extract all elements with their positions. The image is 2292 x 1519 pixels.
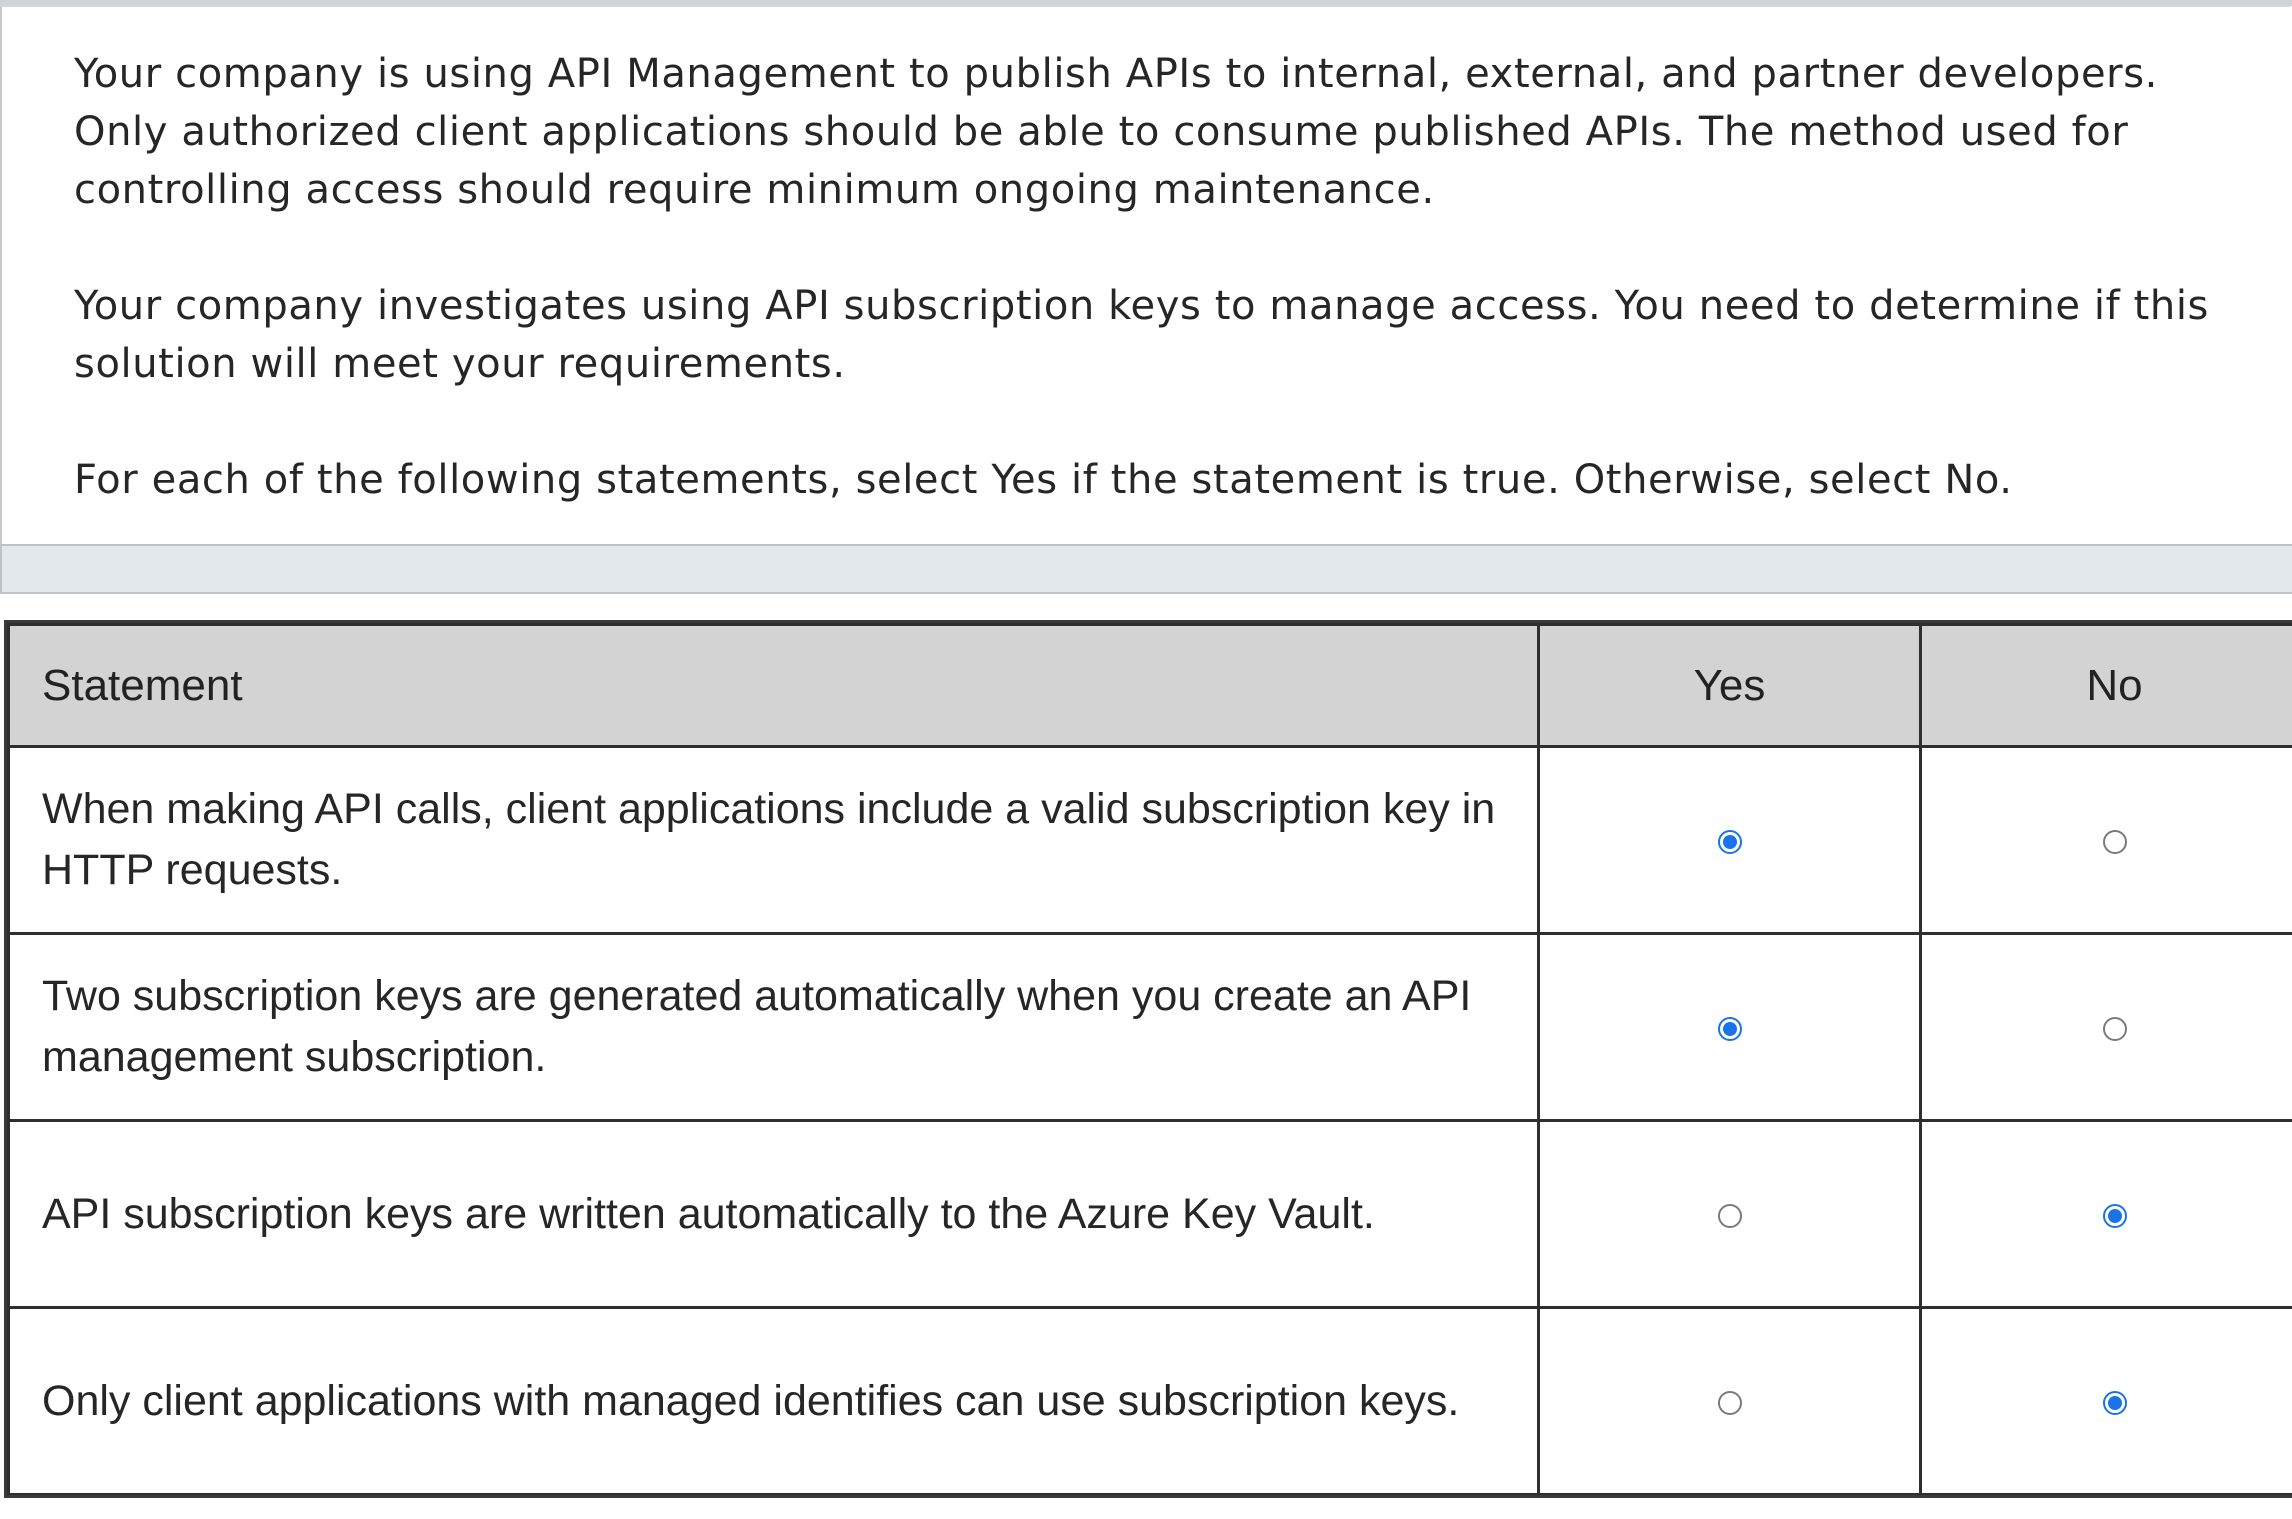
yes-radio[interactable] xyxy=(1717,1016,1742,1041)
intro-paragraph-3: For each of the following statements, se… xyxy=(74,457,2013,503)
intro-paragraph-2: Your company investigates using API subs… xyxy=(74,283,2209,387)
table-row: API subscription keys are written automa… xyxy=(7,1119,2292,1309)
yes-cell xyxy=(1537,1119,1922,1309)
statement-cell: When making API calls, client applicatio… xyxy=(7,745,1540,935)
yes-radio[interactable] xyxy=(1717,829,1742,854)
no-radio[interactable] xyxy=(2102,1016,2127,1041)
answer-table: Statement Yes No When making API calls, … xyxy=(7,623,2292,1495)
question-intro: Your company is using API Management to … xyxy=(0,6,2290,544)
table-header-row: Statement Yes No xyxy=(7,623,2292,748)
table-row: Two subscription keys are generated auto… xyxy=(7,932,2292,1122)
no-cell xyxy=(1919,1306,2292,1495)
no-cell xyxy=(1919,932,2292,1122)
yes-radio[interactable] xyxy=(1717,1203,1742,1228)
no-radio[interactable] xyxy=(2102,1390,2127,1415)
answer-table-container: Statement Yes No When making API calls, … xyxy=(4,620,2292,1498)
yes-cell xyxy=(1537,1306,1922,1495)
statement-cell: API subscription keys are written automa… xyxy=(7,1119,1540,1309)
statement-cell: Two subscription keys are generated auto… xyxy=(7,932,1540,1122)
intro-paragraph-1: Your company is using API Management to … xyxy=(74,51,2158,213)
yes-radio[interactable] xyxy=(1717,1390,1742,1415)
table-row: When making API calls, client applicatio… xyxy=(7,745,2292,935)
statement-column-header: Statement xyxy=(7,623,1540,748)
statement-cell: Only client applications with managed id… xyxy=(7,1306,1540,1495)
no-cell xyxy=(1919,745,2292,935)
table-row: Only client applications with managed id… xyxy=(7,1306,2292,1495)
yes-cell xyxy=(1537,932,1922,1122)
no-cell xyxy=(1919,1119,2292,1309)
yes-column-header: Yes xyxy=(1537,623,1922,748)
no-column-header: No xyxy=(1919,623,2292,748)
answer-area-band xyxy=(0,544,2292,594)
no-radio[interactable] xyxy=(2102,829,2127,854)
yes-cell xyxy=(1537,745,1922,935)
no-radio[interactable] xyxy=(2102,1203,2127,1228)
